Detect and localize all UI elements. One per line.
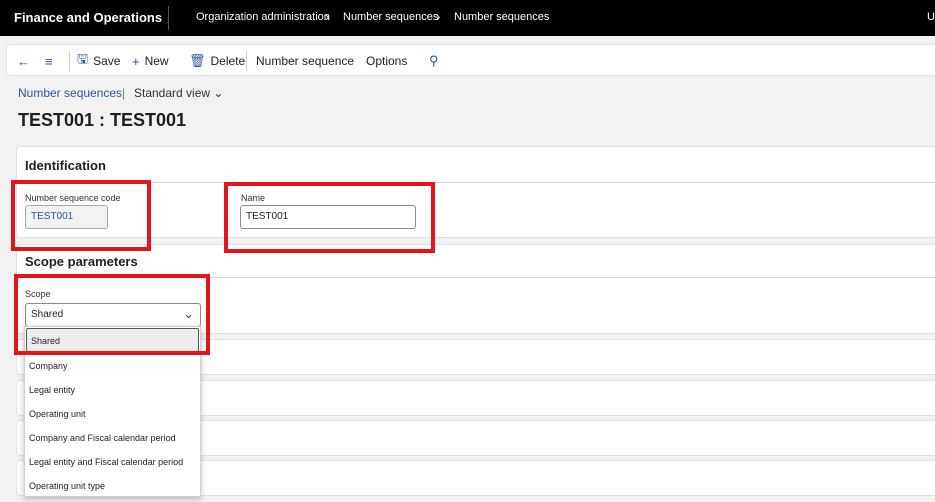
scope-option-company-fiscal[interactable]: Company and Fiscal calendar period <box>25 426 200 450</box>
standard-view-dropdown[interactable]: Standard view ⌄ <box>134 86 223 100</box>
nav-divider <box>168 6 169 30</box>
menu-button[interactable]: ≡ <box>45 45 58 77</box>
back-button[interactable]: ← <box>17 45 35 77</box>
highlight-box-code <box>11 180 151 251</box>
identification-header[interactable]: Identification <box>25 158 106 173</box>
new-button[interactable]: + New <box>132 45 169 77</box>
plus-icon: + <box>132 53 140 69</box>
save-icon: 🖫 <box>77 51 89 66</box>
scope-option-company[interactable]: Company <box>25 354 200 378</box>
number-sequences-link[interactable]: Number sequences <box>18 86 122 100</box>
scope-option-operating-unit[interactable]: Operating unit <box>25 402 200 426</box>
search-button[interactable]: ⚲ <box>429 45 444 77</box>
page-title: TEST001 : TEST001 <box>18 110 187 130</box>
hamburger-icon: ≡ <box>45 53 53 69</box>
scope-parameters-header[interactable]: Scope parameters <box>25 254 138 269</box>
breadcrumb-number-sequences-current[interactable]: Number sequences <box>454 11 549 23</box>
identification-panel: Identification Number sequence code TEST… <box>16 146 935 238</box>
new-label: New <box>144 54 169 68</box>
number-sequence-tab[interactable]: Number sequence <box>256 45 354 77</box>
chevron-down-icon: ⌄ <box>213 86 224 100</box>
view-separator: | <box>122 86 126 100</box>
highlight-box-name <box>224 182 435 253</box>
chevron-right-icon: › <box>436 9 441 24</box>
view-selector-bar: Number sequences | Standard view ⌄ <box>18 86 223 100</box>
delete-label: Delete <box>210 54 246 68</box>
breadcrumb-organization-administration[interactable]: Organization administration <box>196 11 330 23</box>
top-nav-bar: Finance and Operations Organization admi… <box>0 0 935 36</box>
delete-button[interactable]: 🗑 Delete <box>189 45 245 77</box>
app-title[interactable]: Finance and Operations <box>14 10 162 25</box>
highlight-box-scope <box>14 274 210 355</box>
options-label: Options <box>366 54 408 68</box>
breadcrumb-number-sequences[interactable]: Number sequences <box>343 11 438 23</box>
toolbar-divider <box>246 51 247 71</box>
save-label: Save <box>93 54 121 68</box>
search-icon: ⚲ <box>429 53 439 68</box>
user-avatar[interactable]: U <box>927 11 935 23</box>
back-arrow-icon: ← <box>17 53 30 69</box>
action-pane: ← ≡ 🖫 Save + New 🗑 Delete Number sequenc… <box>6 44 935 76</box>
scope-option-legal-entity-fiscal[interactable]: Legal entity and Fiscal calendar period <box>25 450 200 474</box>
save-button[interactable]: 🖫 Save <box>77 45 120 77</box>
toolbar-divider <box>69 51 70 71</box>
scope-option-operating-unit-type[interactable]: Operating unit type <box>25 474 200 498</box>
standard-view-label: Standard view <box>134 86 211 100</box>
chevron-right-icon: › <box>325 9 330 24</box>
number-sequence-label: Number sequence <box>256 54 355 68</box>
section-divider <box>17 182 935 183</box>
scope-option-legal-entity[interactable]: Legal entity <box>25 378 200 402</box>
options-tab[interactable]: Options <box>366 45 407 77</box>
trash-icon: 🗑 <box>189 53 206 68</box>
